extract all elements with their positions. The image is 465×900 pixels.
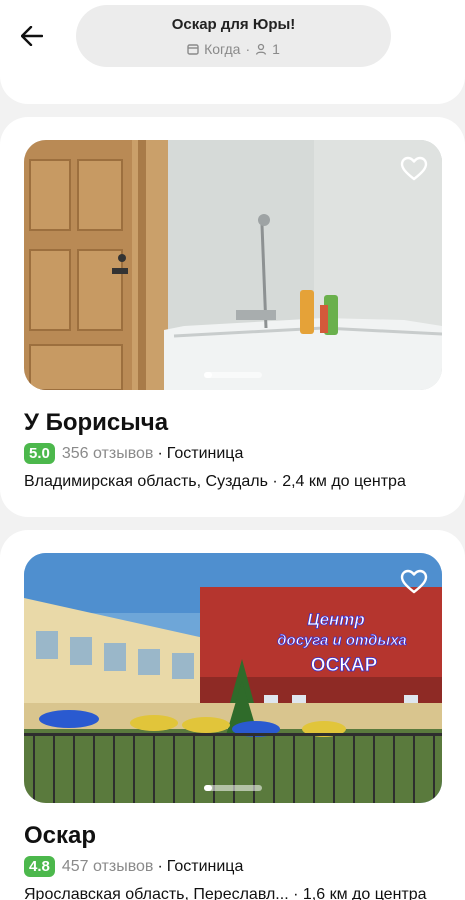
search-summary-pill[interactable]: Оскар для Юры! Когда · 1 — [76, 5, 391, 67]
hotel-location: Ярославская область, Переславл... · 1,6 … — [24, 886, 427, 900]
separator: · — [157, 444, 163, 462]
hotel-name[interactable]: У Борисыча — [24, 409, 168, 437]
hotel-card[interactable]: У Борисыча 5.0 356 отзывов · Гостиница В… — [0, 117, 465, 517]
distance-text: 2,4 км до центра — [282, 473, 406, 490]
photo-pager — [204, 785, 262, 791]
reviews-count[interactable]: 356 отзывов — [62, 445, 154, 463]
calendar-icon — [187, 44, 199, 55]
bathroom-photo — [24, 140, 442, 390]
location-text: Владимирская область, Суздаль — [24, 473, 268, 490]
sign-line3: ОСКАР — [311, 655, 378, 676]
sign-line1: Центр — [307, 610, 365, 629]
hotel-photo[interactable]: Центр досуга и отдыха ОСКАР — [24, 553, 442, 803]
photo-pager — [204, 372, 262, 378]
heart-outline-icon[interactable] — [400, 156, 428, 182]
pager-active-dot — [204, 785, 212, 791]
search-params: Когда · 1 — [76, 39, 391, 59]
rating-badge: 5.0 — [24, 443, 55, 464]
hotel-photo[interactable] — [24, 140, 442, 390]
sign-line2: досуга и отдыха — [277, 632, 406, 649]
guests-count: 1 — [272, 41, 280, 57]
dates-label: Когда — [204, 41, 241, 57]
pager-active-dot — [204, 372, 212, 378]
distance-text: 1,6 км до центра — [302, 886, 427, 900]
heart-outline-icon[interactable] — [400, 569, 428, 595]
hotel-card[interactable]: Центр досуга и отдыха ОСКАР Оскар 4.8 45… — [0, 530, 465, 900]
separator: · — [272, 473, 278, 490]
hotel-meta: 4.8 457 отзывов · Гостиница — [24, 856, 243, 877]
hotel-meta: 5.0 356 отзывов · Гостиница — [24, 443, 243, 464]
pager-track — [204, 785, 262, 791]
back-button[interactable] — [12, 18, 52, 54]
separator: · — [245, 41, 251, 57]
hotel-type: Гостиница — [166, 857, 244, 875]
building-photo: Центр досуга и отдыха ОСКАР — [24, 553, 442, 803]
hotel-type: Гостиница — [166, 444, 244, 462]
separator: · — [293, 886, 299, 900]
reviews-count[interactable]: 457 отзывов — [62, 858, 154, 876]
search-title: Оскар для Юры! — [171, 16, 296, 33]
pager-track — [204, 372, 262, 378]
top-bar: Оскар для Юры! Когда · 1 — [0, 0, 465, 104]
person-icon — [255, 43, 267, 55]
rating-badge: 4.8 — [24, 856, 55, 877]
arrow-left-icon — [21, 26, 43, 46]
hotel-name[interactable]: Оскар — [24, 822, 96, 850]
location-text: Ярославская область, Переславл... — [24, 886, 289, 900]
separator: · — [157, 857, 163, 875]
hotel-location: Владимирская область, Суздаль · 2,4 км д… — [24, 473, 406, 491]
